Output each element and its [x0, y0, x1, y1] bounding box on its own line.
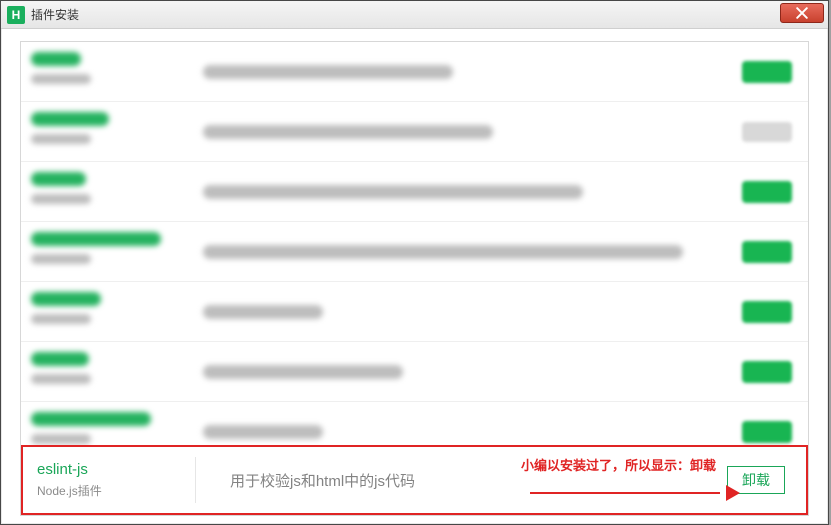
- plugin-row-blurred[interactable]: [21, 102, 808, 162]
- blur-desc: [203, 365, 403, 379]
- blur-title: [31, 172, 86, 186]
- blur-subtitle: [31, 74, 91, 84]
- plugin-name: eslint-js: [37, 461, 195, 478]
- install-button-blurred[interactable]: [742, 301, 792, 323]
- plugin-row-blurred[interactable]: [21, 162, 808, 222]
- plugin-row-blurred[interactable]: [21, 42, 808, 102]
- plugin-type: Node.js插件: [37, 482, 195, 499]
- blur-title: [31, 412, 151, 426]
- plugin-info: [21, 342, 181, 401]
- install-button-blurred[interactable]: [742, 181, 792, 203]
- plugin-row-blurred[interactable]: [21, 342, 808, 402]
- plugin-row-blurred[interactable]: [21, 222, 808, 282]
- blur-title: [31, 52, 81, 66]
- plugin-description: [181, 42, 726, 101]
- install-button-blurred[interactable]: [742, 241, 792, 263]
- plugin-info: [21, 102, 181, 161]
- blur-title: [31, 112, 109, 126]
- titlebar[interactable]: H 插件安装: [1, 1, 828, 29]
- plugin-info: [21, 402, 181, 445]
- plugin-description: [181, 282, 726, 341]
- blur-subtitle: [31, 374, 91, 384]
- close-icon: [796, 7, 808, 19]
- plugin-row-blurred[interactable]: [21, 282, 808, 342]
- blur-title: [31, 292, 101, 306]
- blur-desc: [203, 305, 323, 319]
- annotation-text: 小编以安装过了，所以显示：卸载: [521, 455, 716, 474]
- plugin-description: [181, 162, 726, 221]
- plugin-description: [181, 402, 726, 445]
- annotation-arrow: [530, 483, 740, 503]
- blur-subtitle: [31, 134, 91, 144]
- plugin-info: [21, 162, 181, 221]
- install-button-blurred[interactable]: [742, 361, 792, 383]
- blur-subtitle: [31, 194, 91, 204]
- plugin-info: [21, 282, 181, 341]
- app-icon: H: [7, 6, 25, 24]
- plugin-description: [181, 342, 726, 401]
- plugin-description: [181, 102, 726, 161]
- blur-desc: [203, 425, 323, 439]
- blur-title: [31, 232, 161, 246]
- plugin-info: [21, 42, 181, 101]
- blur-title: [31, 352, 89, 366]
- plugin-list: [21, 42, 808, 445]
- blur-desc: [203, 245, 683, 259]
- blur-subtitle: [31, 314, 91, 324]
- blur-subtitle: [31, 254, 91, 264]
- blur-subtitle: [31, 434, 91, 444]
- blur-desc: [203, 125, 493, 139]
- blur-desc: [203, 65, 453, 79]
- plugin-row-eslint[interactable]: eslint-js Node.js插件 用于校验js和html中的js代码 卸载…: [21, 445, 808, 515]
- close-button[interactable]: [780, 3, 824, 23]
- install-button-blurred[interactable]: [742, 61, 792, 83]
- action-button-blurred[interactable]: [742, 122, 792, 142]
- plugin-panel: eslint-js Node.js插件 用于校验js和html中的js代码 卸载…: [20, 41, 809, 516]
- install-button-blurred[interactable]: [742, 421, 792, 443]
- client-area: eslint-js Node.js插件 用于校验js和html中的js代码 卸载…: [3, 29, 826, 522]
- window-frame: H 插件安装 eslint-js Node.js插件 用于校验js和html中的…: [0, 0, 829, 525]
- blur-desc: [203, 185, 583, 199]
- window-title: 插件安装: [31, 6, 79, 23]
- plugin-description: [181, 222, 726, 281]
- plugin-row-blurred[interactable]: [21, 402, 808, 445]
- plugin-info: eslint-js Node.js插件: [23, 461, 195, 499]
- plugin-info: [21, 222, 181, 281]
